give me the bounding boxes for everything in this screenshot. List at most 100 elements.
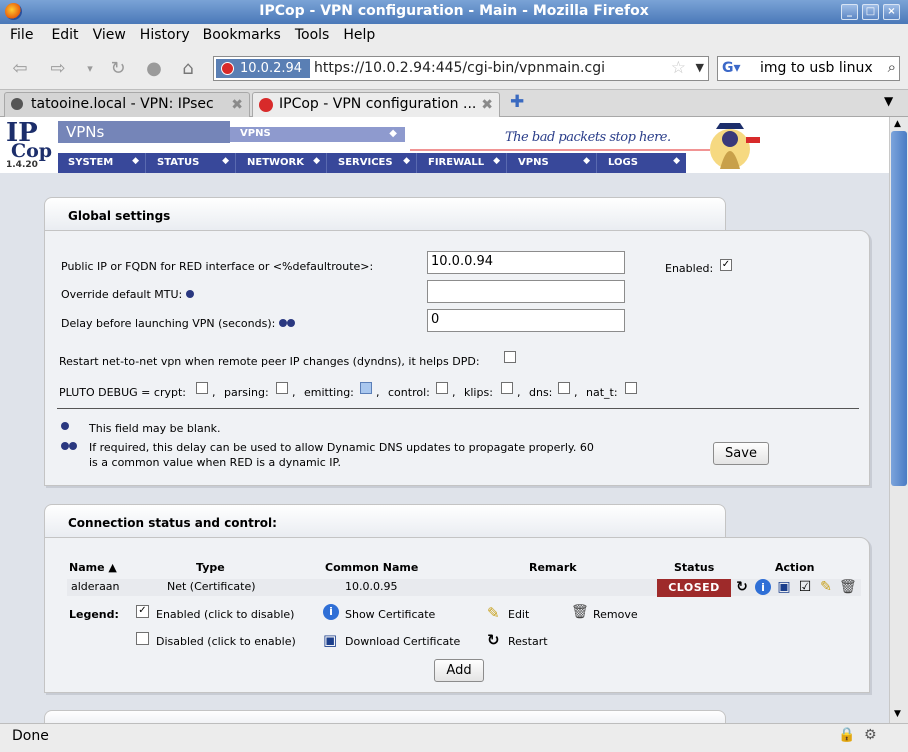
tab-list-chevron-icon[interactable]: ▼ [884, 94, 893, 108]
tab-ipcop[interactable]: IPCop - VPN configuration ... ✖ [252, 92, 500, 117]
menu-view[interactable]: View [79, 24, 126, 43]
enabled-label: Enabled: [665, 262, 714, 275]
scroll-down-arrow-icon[interactable]: ▼ [894, 709, 901, 719]
enabled-checkbox[interactable]: ✓ [720, 259, 732, 271]
url-bar[interactable]: 10.0.2.94 https://10.0.2.94:445/cgi-bin/… [213, 56, 709, 81]
scroll-up-arrow-icon[interactable]: ▲ [894, 119, 901, 129]
edit-pencil-icon[interactable]: ✎ [818, 579, 834, 596]
col-type-header: Type [196, 561, 225, 574]
tab-favicon-icon [259, 98, 273, 112]
legend-restart-icon: ↻ [487, 631, 500, 649]
add-button[interactable]: Add [434, 659, 484, 682]
legend-download-cert: Download Certificate [345, 635, 461, 648]
menu-history[interactable]: History [126, 24, 190, 43]
bookmark-star-icon[interactable]: ☆ [671, 58, 686, 78]
tab-tatooine[interactable]: tatooine.local - VPN: IPsec ✖ [4, 92, 250, 117]
tab-close-icon[interactable]: ✖ [231, 97, 243, 113]
red-interface-input[interactable]: 10.0.0.94 [427, 251, 625, 274]
note-delay-line2: is a common value when RED is a dynamic … [89, 456, 341, 469]
nav-status[interactable]: STATUS ◆ [147, 153, 236, 173]
new-tab-plus-icon[interactable]: ✚ [510, 92, 524, 112]
legend-disabled: Disabled (click to enable) [156, 635, 296, 648]
status-badge: CLOSED [657, 579, 731, 597]
next-panel-tab [44, 710, 726, 723]
subsection-tab[interactable]: VPNS ◆ [230, 127, 405, 142]
laser-beam-decoration [410, 149, 710, 151]
stop-icon[interactable]: ● [142, 57, 166, 81]
mtu-input[interactable] [427, 280, 625, 303]
tools-gear-icon[interactable]: ⚙ [864, 727, 877, 743]
ipcop-logo[interactable]: IP Cop 1.4.20 [6, 120, 52, 170]
debug-parsing-label: parsing: [224, 386, 269, 399]
divider [57, 408, 859, 409]
nav-system[interactable]: SYSTEM ◆ [58, 153, 146, 173]
note-blank: This field may be blank. [89, 422, 221, 435]
tab-close-icon[interactable]: ✖ [481, 97, 493, 113]
nav-network[interactable]: NETWORK ◆ [237, 153, 327, 173]
back-arrow-icon[interactable]: ⇦ [8, 57, 32, 81]
search-input[interactable]: img to usb linux [760, 60, 873, 76]
debug-emitting-checkbox[interactable] [360, 382, 372, 394]
debug-natt-checkbox[interactable] [625, 382, 637, 394]
menu-edit[interactable]: Edit [33, 24, 78, 43]
page-scrollbar[interactable]: ▲ ▼ [889, 117, 908, 723]
single-dot-icon [185, 290, 194, 298]
red-interface-label: Public IP or FQDN for RED interface or <… [61, 260, 374, 273]
single-dot-icon [61, 422, 69, 430]
site-identity[interactable]: 10.0.2.94 [216, 59, 310, 78]
google-icon[interactable]: G▾ [722, 60, 741, 76]
close-window-button[interactable]: × [883, 4, 900, 20]
navigation-toolbar: ⇦ ⇨ ▾ ↻ ● ⌂ 10.0.2.94 https://10.0.2.94:… [0, 48, 908, 90]
legend-enabled-checkbox-icon: ✓ [136, 605, 149, 618]
forward-arrow-icon[interactable]: ⇨ [46, 57, 70, 81]
ipcop-header: IP Cop 1.4.20 VPNs VPNS ◆ The bad packets… [0, 117, 889, 173]
col-remark-header: Remark [529, 561, 577, 574]
search-icon[interactable]: ⌕ [888, 58, 896, 76]
nav-arrow-icon: ◆ [222, 156, 229, 166]
legend-remove: Remove [593, 608, 638, 621]
legend-trash-icon: 🗑 [571, 604, 589, 620]
row-name: alderaan [71, 580, 120, 593]
debug-parsing-checkbox[interactable] [276, 382, 288, 394]
search-bar[interactable]: G▾ img to usb linux ⌕ [717, 56, 900, 81]
url-dropdown-icon[interactable]: ▼ [696, 61, 704, 74]
nav-vpns[interactable]: VPNS ◆ [508, 153, 597, 173]
panel-title: Global settings [68, 209, 171, 223]
debug-klips-checkbox[interactable] [501, 382, 513, 394]
debug-crypt-checkbox[interactable] [196, 382, 208, 394]
save-button[interactable]: Save [713, 442, 769, 465]
delay-input[interactable]: 0 [427, 309, 625, 332]
panel-tab: Connection status and control: [44, 504, 726, 538]
trash-icon[interactable]: 🗑 [839, 579, 857, 596]
col-name-header[interactable]: Name ▲ [69, 561, 117, 574]
enabled-checkbox-icon[interactable]: ☑ [797, 579, 813, 596]
legend-title: Legend: [69, 608, 119, 621]
home-icon[interactable]: ⌂ [176, 57, 200, 81]
nav-services[interactable]: SERVICES ◆ [328, 153, 417, 173]
download-floppy-icon[interactable]: ▣ [776, 579, 792, 596]
status-text: Done [12, 728, 49, 744]
panel-body: Public IP or FQDN for RED interface or <… [44, 230, 870, 486]
url-text: https://10.0.2.94:445/cgi-bin/vpnmain.cg… [314, 60, 605, 76]
restart-icon[interactable]: ↻ [734, 579, 750, 596]
page-content: IP Cop 1.4.20 VPNs VPNS ◆ The bad packets… [0, 117, 889, 723]
lock-icon[interactable]: 🔒 [838, 727, 855, 743]
panel-tab: Global settings [44, 197, 726, 231]
nav-arrow-icon: ◆ [493, 156, 500, 166]
history-dropdown-icon[interactable]: ▾ [78, 57, 102, 81]
maximize-button[interactable]: □ [862, 4, 879, 20]
scrollbar-thumb[interactable] [891, 131, 907, 486]
nav-firewall[interactable]: FIREWALL ◆ [418, 153, 507, 173]
nav-logs[interactable]: LOGS ◆ [598, 153, 686, 173]
info-icon[interactable]: i [755, 579, 771, 595]
debug-dns-checkbox[interactable] [558, 382, 570, 394]
menu-bookmarks[interactable]: Bookmarks [190, 24, 281, 43]
reload-icon[interactable]: ↻ [106, 57, 130, 81]
debug-control-checkbox[interactable] [436, 382, 448, 394]
restart-dyndns-checkbox[interactable] [504, 351, 516, 363]
menu-help[interactable]: Help [329, 24, 375, 43]
menu-file[interactable]: File [0, 24, 33, 43]
minimize-button[interactable]: _ [841, 4, 858, 20]
menu-tools[interactable]: Tools [281, 24, 330, 43]
note-delay-line1: If required, this delay can be used to a… [89, 441, 594, 454]
